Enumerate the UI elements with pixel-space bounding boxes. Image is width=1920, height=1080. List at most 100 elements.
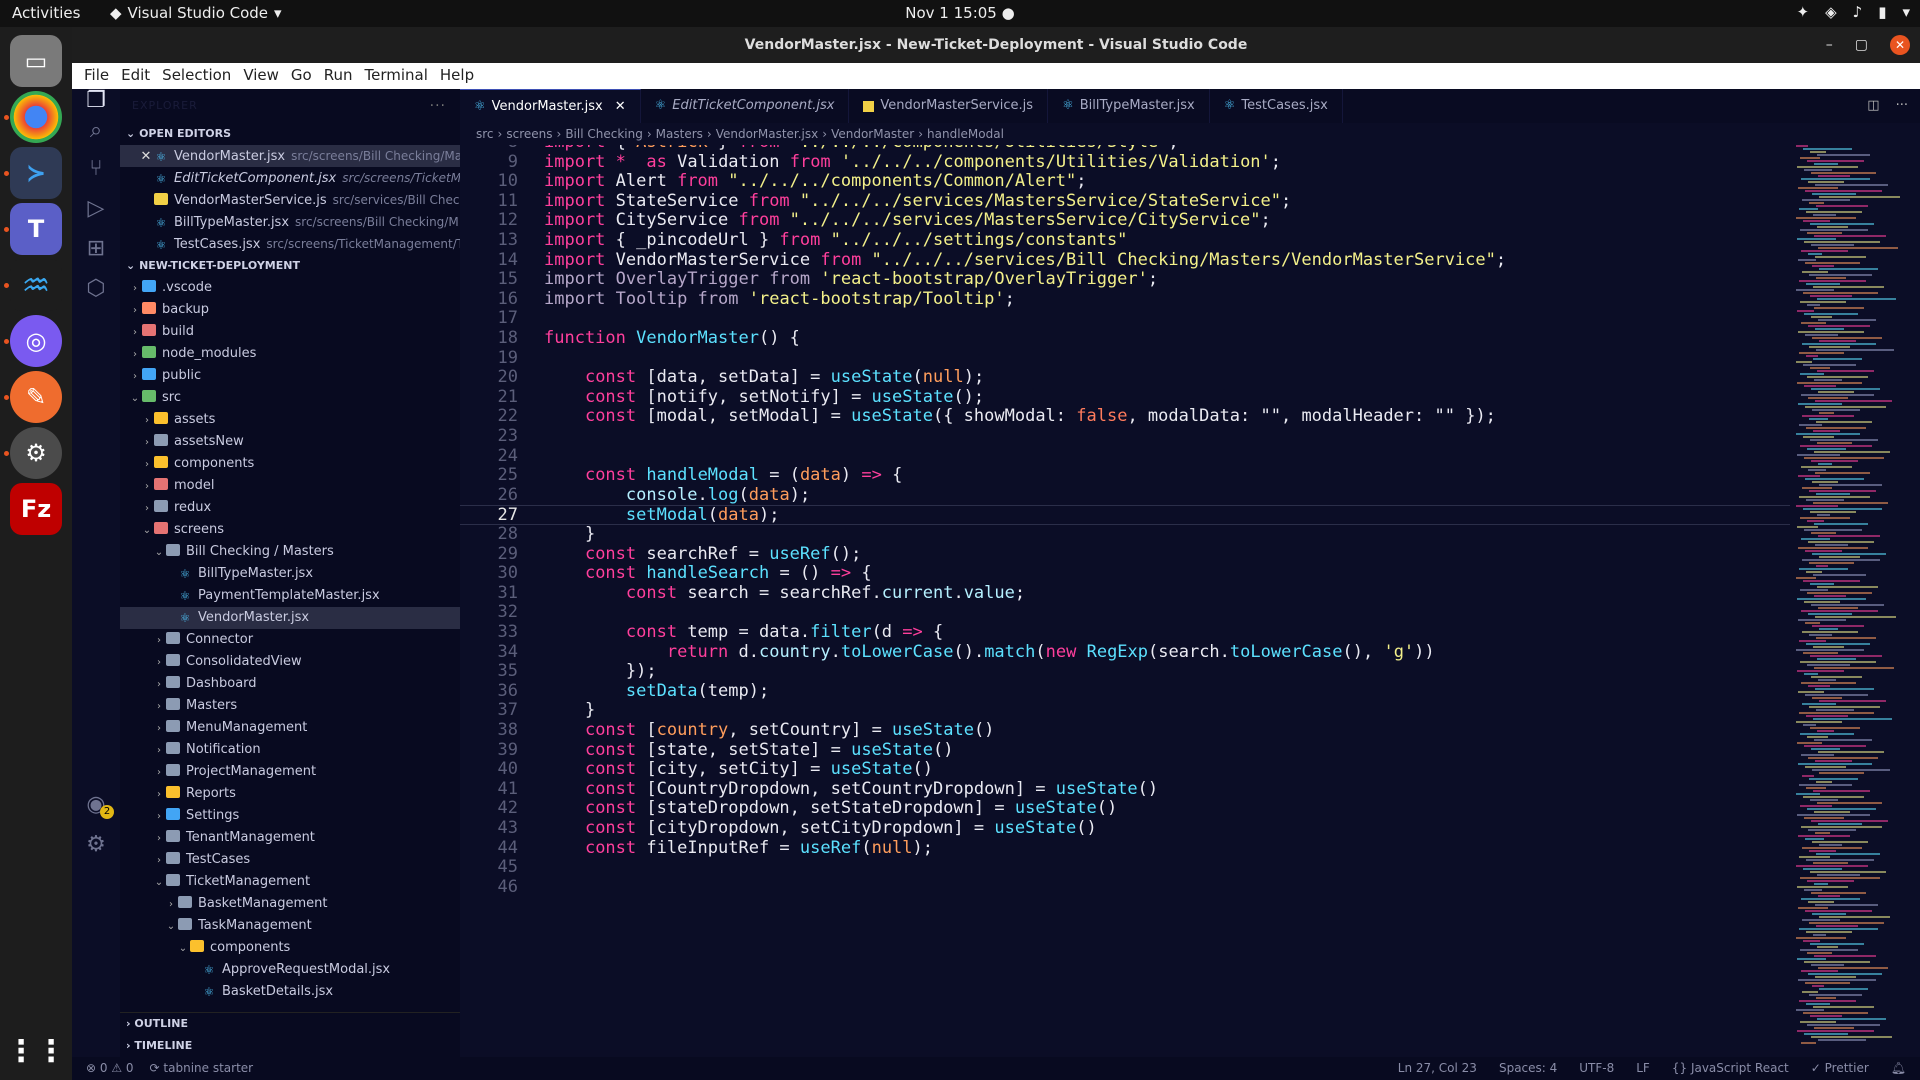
cursor-position[interactable]: Ln 27, Col 23	[1398, 1057, 1477, 1080]
show-apps-icon[interactable]: ⋮⋮	[6, 1025, 66, 1077]
encoding-status[interactable]: UTF-8	[1579, 1057, 1614, 1080]
project-section[interactable]: ⌄ NEW-TICKET-DEPLOYMENT	[120, 255, 460, 277]
code-line[interactable]: 31 const search = searchRef.current.valu…	[460, 583, 1790, 604]
menu-help[interactable]: Help	[434, 63, 480, 89]
timeline-section[interactable]: › TIMELINE	[120, 1035, 460, 1057]
tree-folder[interactable]: › TestCases	[120, 849, 460, 871]
tree-folder[interactable]: ⌄ src	[120, 387, 460, 409]
code-line[interactable]: 29 const searchRef = useRef();	[460, 544, 1790, 565]
code-line[interactable]: 19	[460, 348, 1790, 369]
tree-folder[interactable]: ⌄ TicketManagement	[120, 871, 460, 893]
split-editor-icon[interactable]: ◫	[1867, 89, 1879, 123]
language-mode[interactable]: {} JavaScript React	[1672, 1057, 1789, 1080]
more-actions-icon[interactable]: ···	[430, 89, 446, 123]
tree-folder[interactable]: › .vscode	[120, 277, 460, 299]
more-actions-icon[interactable]: ···	[1896, 89, 1908, 123]
source-control-icon[interactable]: ⑂	[82, 155, 110, 183]
tree-folder[interactable]: › backup	[120, 299, 460, 321]
open-editors-section[interactable]: ⌄ OPEN EDITORS	[120, 123, 460, 145]
code-line[interactable]: 42 const [stateDropdown, setStateDropdow…	[460, 799, 1790, 819]
code-line[interactable]: 39 const [state, setState] = useState()	[460, 740, 1790, 761]
teams-icon[interactable]: T	[10, 203, 62, 255]
chrome-icon[interactable]	[10, 91, 62, 143]
code-line[interactable]: 37 }	[460, 701, 1790, 721]
outline-section[interactable]: › OUTLINE	[120, 1013, 460, 1035]
code-line[interactable]: 44 const fileInputRef = useRef(null);	[460, 838, 1790, 859]
breadcrumb-item[interactable]: VendorMaster	[831, 127, 914, 141]
tree-file[interactable]: ⚛ BasketDetails.jsx	[120, 981, 460, 1003]
code-line[interactable]: 33 const temp = data.filter(d => {	[460, 622, 1790, 643]
code-line[interactable]: 12 import CityService from "../../../serv…	[460, 211, 1790, 231]
tree-folder[interactable]: › ConsolidatedView	[120, 651, 460, 673]
breadcrumb-item[interactable]: Masters	[656, 127, 703, 141]
settings-gear-icon[interactable]: ⚙	[10, 427, 62, 479]
tree-folder[interactable]: ⌄ screens	[120, 519, 460, 541]
editor-tab[interactable]: ⚛ EditTicketComponent.jsx	[641, 89, 850, 123]
code-line[interactable]: 13 import { _pincodeUrl } from "../../../…	[460, 230, 1790, 251]
code-line[interactable]: 9 import * as Validation from '../../../c…	[460, 152, 1790, 173]
code-line[interactable]: 21 const [notify, setNotify] = useState(…	[460, 387, 1790, 408]
editor-tab[interactable]: ⚛ BillTypeMaster.jsx	[1048, 89, 1210, 123]
code-line[interactable]: 32	[460, 603, 1790, 623]
code-line[interactable]: 15 import OverlayTrigger from 'react-boot…	[460, 269, 1790, 290]
code-line[interactable]: 16 import Tooltip from 'react-bootstrap/T…	[460, 289, 1790, 310]
breadcrumb-item[interactable]: screens	[506, 127, 552, 141]
code-line[interactable]: 20 const [data, setData] = useState(null…	[460, 367, 1790, 388]
open-editor-item[interactable]: VendorMasterService.js src/services/Bill …	[120, 189, 460, 211]
tree-file[interactable]: ⚛ ApproveRequestModal.jsx	[120, 959, 460, 981]
tree-folder[interactable]: › node_modules	[120, 343, 460, 365]
tree-folder[interactable]: › Notification	[120, 739, 460, 761]
battery-icon[interactable]: ▮	[1878, 3, 1886, 21]
open-editor-item[interactable]: ⚛ BillTypeMaster.jsx src/screens/Bill Chec…	[120, 211, 460, 233]
run-debug-icon[interactable]: ▷	[82, 195, 110, 223]
dbeaver-icon[interactable]: ♒	[10, 259, 62, 311]
tree-folder[interactable]: › public	[120, 365, 460, 387]
tree-folder[interactable]: ⌄ TaskManagement	[120, 915, 460, 937]
close-icon[interactable]: ✕	[138, 146, 154, 167]
tree-file[interactable]: ⚛ VendorMaster.jsx	[120, 607, 460, 629]
menu-file[interactable]: File	[78, 63, 115, 89]
extensions-icon[interactable]: ⊞	[82, 235, 110, 263]
postman-icon[interactable]: ✎	[10, 371, 62, 423]
code-line[interactable]: 40 const [city, setCity] = useState()	[460, 759, 1790, 780]
breadcrumb-item[interactable]: src	[476, 127, 494, 141]
tree-folder[interactable]: › assets	[120, 409, 460, 431]
menu-edit[interactable]: Edit	[115, 63, 156, 89]
code-line[interactable]: 22 const [modal, setModal] = useState({ …	[460, 407, 1790, 427]
tree-folder[interactable]: › MenuManagement	[120, 717, 460, 739]
tree-folder[interactable]: › redux	[120, 497, 460, 519]
tree-folder[interactable]: ⌄ components	[120, 937, 460, 959]
prettier-status[interactable]: ✓ Prettier	[1811, 1057, 1869, 1080]
breadcrumb-item[interactable]: Bill Checking	[565, 127, 643, 141]
search-icon[interactable]: ⌕	[82, 117, 110, 145]
code-line[interactable]: 28 }	[460, 524, 1790, 545]
code-line[interactable]: 36 setData(temp);	[460, 681, 1790, 702]
menu-go[interactable]: Go	[285, 63, 318, 89]
tree-folder[interactable]: › assetsNew	[120, 431, 460, 453]
code-line[interactable]: 11 import StateService from "../../../ser…	[460, 191, 1790, 212]
tree-folder[interactable]: › Connector	[120, 629, 460, 651]
problems-status[interactable]: ⊗ 0 ⚠ 0	[86, 1057, 134, 1080]
tabnine-status[interactable]: ⟳ tabnine starter	[150, 1057, 254, 1080]
tree-folder[interactable]: › build	[120, 321, 460, 343]
code-line[interactable]: 14 import VendorMasterService from "../..…	[460, 250, 1790, 271]
minimize-icon[interactable]: –	[1826, 27, 1833, 63]
system-tray[interactable]: ✦ ◈ ♪ ▮ ▾	[1797, 3, 1911, 21]
menu-run[interactable]: Run	[318, 63, 359, 89]
files-icon[interactable]: ▭	[10, 35, 62, 87]
remote-explorer-icon[interactable]: ⬡	[82, 275, 110, 303]
open-editor-item[interactable]: ⚛ TestCases.jsx src/screens/TicketManageme…	[120, 233, 460, 255]
menu-view[interactable]: View	[237, 63, 285, 89]
tree-folder[interactable]: › TenantManagement	[120, 827, 460, 849]
code-editor[interactable]: 8import { Astrick } from '../../../compo…	[460, 145, 1790, 1057]
code-line[interactable]: 34 return d.country.toLowerCase().match(…	[460, 642, 1790, 663]
breadcrumb-item[interactable]: handleModal	[927, 127, 1004, 141]
close-icon[interactable]: ✕	[615, 90, 626, 124]
code-line[interactable]: 30 const handleSearch = () => {	[460, 563, 1790, 584]
editor-tab[interactable]: VendorMasterService.js	[849, 89, 1049, 123]
network-icon[interactable]: ◈	[1825, 3, 1837, 21]
tree-folder[interactable]: › Dashboard	[120, 673, 460, 695]
code-line[interactable]: 23	[460, 426, 1790, 447]
tree-folder[interactable]: ⌄ Bill Checking / Masters	[120, 541, 460, 563]
chevron-down-icon[interactable]: ▾	[1902, 3, 1910, 21]
